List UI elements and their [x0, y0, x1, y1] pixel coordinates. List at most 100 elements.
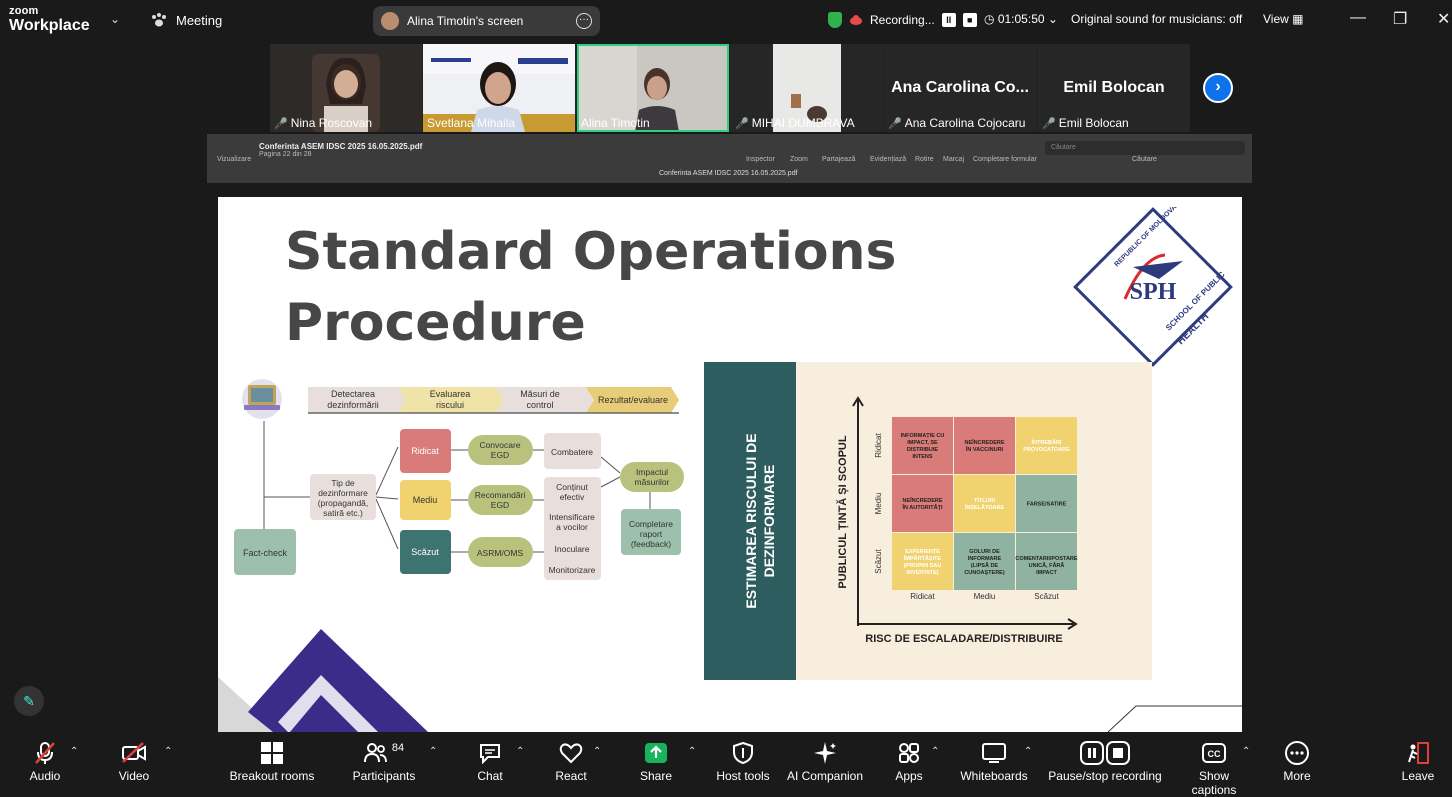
whiteboards-button[interactable]: Whiteboards	[958, 740, 1030, 783]
search-label: Căutare	[1132, 156, 1157, 163]
video-button[interactable]: Video	[112, 740, 156, 783]
participant-display-name: Ana Carolina Co...	[891, 79, 1029, 96]
risk-matrix-panel: PUBLICUL ȚINTĂ ȘI SCOPUL RISC DE ESCALAD…	[796, 362, 1152, 680]
avatar	[381, 12, 399, 30]
matrix-col-label: Ridicat	[910, 592, 935, 601]
breakout-rooms-icon	[261, 742, 283, 764]
participant-tile[interactable]: Ana Carolina Co... 🎤 Ana Carolina Cojocar…	[884, 44, 1036, 132]
chat-button[interactable]: Chat	[470, 740, 510, 783]
timer-value: 01:05:50	[997, 12, 1045, 26]
meeting-controls-bar: Audio ⌃ Video ⌃ Breakout rooms 84 Partic…	[0, 732, 1452, 797]
host-tools-button[interactable]: Host tools	[714, 740, 772, 783]
matrix-side-panel: ESTIMAREA RISCULUI DE DEZINFORMARE	[704, 362, 796, 680]
matrix-side-label-1: ESTIMAREA RISCULUI DE	[743, 433, 759, 608]
inspector-tool[interactable]: Inspector	[746, 156, 775, 163]
more-options-icon[interactable]: ···	[576, 13, 592, 29]
svg-text:Monitorizare: Monitorizare	[549, 565, 596, 575]
x-axis-label: RISC DE ESCALADARE/DISTRIBUIRE	[865, 633, 1062, 645]
svg-text:Intensificare: Intensificare	[549, 512, 595, 522]
chevron-right-icon: ›	[1215, 78, 1221, 95]
next-page-button[interactable]: ›	[1203, 73, 1233, 103]
annotate-pen-button[interactable]: ✎	[14, 686, 44, 716]
original-sound-status[interactable]: Original sound for musicians: off	[1071, 12, 1242, 26]
svg-text:raport: raport	[640, 529, 663, 539]
leave-button[interactable]: Leave	[1400, 740, 1436, 783]
zoom-tool[interactable]: Zoom	[790, 156, 808, 163]
screen-share-label: Alina Timotin's screen	[407, 14, 524, 28]
pause-recording-icon[interactable]: II	[941, 13, 956, 27]
chat-options-caret[interactable]: ⌃	[516, 746, 524, 757]
matrix-cell-label: FARSE/SATIRE	[1027, 502, 1067, 508]
matrix-col-label: Scăzut	[1034, 592, 1059, 601]
pause-stop-icon	[1080, 741, 1130, 765]
logo-text: SPH	[1130, 279, 1177, 305]
captions-options-caret[interactable]: ⌃	[1242, 746, 1250, 757]
svg-text:Tip de: Tip de	[331, 478, 355, 488]
whiteboard-icon	[982, 743, 1006, 763]
screen-share-indicator[interactable]: Alina Timotin's screen ···	[373, 6, 600, 36]
close-icon[interactable]: ✕	[1437, 9, 1450, 29]
zoom-top-bar: zoom Workplace ⌄ Meeting Alina Timotin's…	[0, 0, 1452, 42]
heart-icon	[559, 743, 583, 764]
participant-tile[interactable]: 🎤 MIHAI DUMBRAVA	[731, 44, 883, 132]
meeting-timer[interactable]: ◷ 01:05:50 ⌄	[984, 12, 1058, 26]
sidebar-toggle[interactable]: Vizualizare	[217, 156, 251, 163]
participants-icon	[363, 743, 387, 763]
stop-recording-icon[interactable]: ■	[962, 13, 977, 27]
meeting-info-button[interactable]: Meeting	[150, 12, 222, 28]
share-tool[interactable]: Partajează	[822, 156, 855, 163]
recording-label: Recording...	[870, 13, 935, 27]
react-button[interactable]: React	[551, 740, 591, 783]
mic-off-icon	[35, 742, 55, 764]
view-button[interactable]: View ▦	[1263, 12, 1303, 26]
more-button[interactable]: More	[1280, 740, 1314, 783]
decorative-line	[1108, 705, 1242, 732]
pen-icon: ✎	[23, 693, 35, 709]
level-medium-label: Mediu	[413, 495, 438, 505]
matrix-row-label: Scăzut	[874, 549, 883, 574]
mic-muted-icon: 🎤	[274, 117, 288, 130]
markup-tool[interactable]: Marcaj	[943, 156, 964, 163]
participant-tile[interactable]: Svetlana Mihaila	[423, 44, 575, 132]
audio-button[interactable]: Audio	[25, 740, 65, 783]
video-off-icon	[122, 742, 146, 763]
leave-door-icon	[1408, 742, 1429, 764]
svg-text:Completare: Completare	[629, 519, 673, 529]
whiteboards-options-caret[interactable]: ⌃	[1024, 746, 1032, 757]
shield-icon	[733, 742, 753, 764]
participants-options-caret[interactable]: ⌃	[429, 746, 437, 757]
apps-button[interactable]: Apps	[892, 740, 926, 783]
participants-count: 84	[391, 742, 405, 754]
matrix-col-label: Mediu	[974, 592, 996, 601]
minimize-icon[interactable]: —	[1350, 9, 1366, 27]
mic-muted-icon: 🎤	[735, 117, 749, 130]
participant-tile[interactable]: 🎤 Nina Roscovan	[270, 44, 422, 132]
apps-options-caret[interactable]: ⌃	[931, 746, 939, 757]
cloud-icon	[850, 15, 862, 25]
chevron-down-icon[interactable]: ⌄	[110, 12, 120, 26]
participant-display-name: Emil Bolocan	[1063, 79, 1165, 96]
share-button[interactable]: Share	[636, 740, 676, 783]
react-options-caret[interactable]: ⌃	[593, 746, 601, 757]
svg-text:EGD: EGD	[491, 500, 509, 510]
share-options-caret[interactable]: ⌃	[688, 746, 696, 757]
highlight-tool[interactable]: Evidențiază	[870, 156, 906, 163]
more-dots-icon	[1285, 741, 1309, 765]
participant-tile[interactable]: Emil Bolocan 🎤 Emil Bolocan	[1038, 44, 1190, 132]
pdf-search-input[interactable]: Căutare	[1045, 141, 1245, 155]
zoom-logo[interactable]: zoom Workplace	[9, 6, 90, 34]
form-fill-tool[interactable]: Completare formular	[973, 156, 1037, 163]
audio-options-caret[interactable]: ⌃	[70, 746, 78, 757]
breakout-rooms-button[interactable]: Breakout rooms	[228, 740, 316, 783]
svg-text:dezinformare: dezinformare	[318, 488, 368, 498]
participant-tile-active-speaker[interactable]: Alina Timotin	[577, 44, 729, 132]
ai-companion-button[interactable]: AI Companion	[786, 740, 864, 783]
risk-matrix: PUBLICUL ȚINTĂ ȘI SCOPUL RISC DE ESCALAD…	[836, 396, 1078, 645]
restore-icon[interactable]: ❐	[1393, 9, 1407, 29]
participants-button[interactable]: 84 Participants	[350, 740, 418, 783]
school-of-public-health-logo: SPH REPUBLIC OF MOLDOVA SCHOOL OF PUBLIC…	[1073, 207, 1233, 367]
fact-check-label: Fact-check	[243, 548, 288, 558]
video-options-caret[interactable]: ⌃	[164, 746, 172, 757]
pause-stop-recording-button[interactable]: Pause/stop recording	[1046, 740, 1164, 783]
rotate-tool[interactable]: Rotire	[915, 156, 934, 163]
